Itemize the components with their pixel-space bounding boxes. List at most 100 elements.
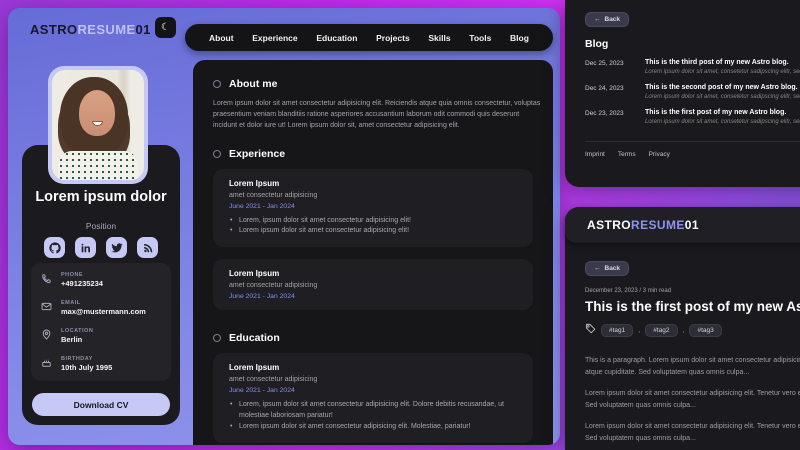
blog-post-row[interactable]: Dec 24, 2023 This is the second post of … [585,84,800,100]
moon-icon: ☾ [161,22,170,33]
download-cv-button[interactable]: Download CV [32,393,170,416]
post-excerpt: Lorem ipsum dolor sit amet, consetetur s… [645,94,800,100]
circle-marker-icon [213,334,221,343]
email-label: EMAIL [61,300,81,306]
contact-info-card: PHONE +491235234 EMAIL max@mustermann.co… [31,263,171,381]
experience-section-heading: Experience [213,148,533,160]
twitter-button[interactable] [106,237,127,258]
experience-bullets: Lorem, ipsum dolor sit amet consectetur … [229,216,517,238]
location-label: LOCATION [61,328,94,334]
nav-item-skills[interactable]: Skills [428,33,450,43]
logo-part-astro: ASTRO [587,218,631,232]
profile-name: Lorem ipsum dolor [35,189,167,205]
birthday-cake-icon [41,355,53,373]
tag-pill[interactable]: #tag2 [645,323,678,337]
footer-link-imprint[interactable]: Imprint [585,151,605,158]
profile-photo-frame [48,66,148,184]
github-icon [48,241,61,253]
experience-date: June 2021 - Jan 2024 [229,293,295,301]
rss-button[interactable] [137,237,158,258]
nav-item-experience[interactable]: Experience [252,33,297,43]
linkedin-button[interactable] [75,237,96,258]
about-section-heading: About me [213,78,533,90]
nav-item-projects[interactable]: Projects [376,33,410,43]
rss-icon [143,243,152,252]
logo-part-01: 01 [684,218,699,232]
contact-row-location: LOCATION Berlin [41,327,161,345]
tag-icon [585,321,596,339]
email-value[interactable]: max@mustermann.com [61,307,146,316]
tag-separator: , [638,326,641,334]
nav-item-tools[interactable]: Tools [469,33,491,43]
location-value: Berlin [61,335,83,344]
location-pin-icon [41,327,53,345]
post-paragraph: This is a paragraph. Lorem ipsum dolor s… [585,357,800,376]
blog-post-body: ← Back December 23, 2023 / 3 min read Th… [565,243,800,444]
profile-position: Position [85,221,117,231]
back-button[interactable]: ← Back [585,12,630,27]
blog-post-row[interactable]: Dec 25, 2023 This is the third post of m… [585,59,800,75]
blog-post-list: Dec 25, 2023 This is the third post of m… [585,59,800,125]
post-tags: #tag1 , #tag2 , #tag3 [585,321,800,339]
tag-pill[interactable]: #tag1 [601,323,634,337]
contact-row-email: EMAIL max@mustermann.com [41,299,161,317]
dark-mode-toggle[interactable]: ☾ [155,17,176,38]
nav-item-about[interactable]: About [209,33,234,43]
social-links [22,237,180,258]
education-title: Lorem Ipsum [229,363,280,373]
main-nav: About Experience Education Projects Skil… [185,24,553,51]
footer-divider [585,141,800,142]
experience-heading-label: Experience [229,147,286,160]
blog-post-header: ASTRORESUME01 [565,207,800,243]
profile-card: Lorem ipsum dolor Position PHONE +491235… [22,145,180,425]
birthday-value: 10th July 1995 [61,363,113,372]
back-arrow-icon: ← [594,265,601,272]
site-logo[interactable]: ASTRORESUME01 [587,218,699,232]
twitter-icon [110,242,123,252]
footer-link-privacy[interactable]: Privacy [649,151,670,158]
post-date: Dec 23, 2023 [585,110,624,117]
experience-title: Lorem Ipsum [229,178,280,188]
post-title: This is the first post of my new Astro b… [585,299,800,314]
contact-row-phone: PHONE +491235234 [41,271,161,289]
about-text: Lorem ipsum dolor sit amet consectetur a… [213,100,541,130]
post-title-link[interactable]: This is the third post of my new Astro b… [645,59,800,66]
post-title-link[interactable]: This is the second post of my new Astro … [645,84,800,91]
education-entry: Lorem Ipsum amet consectetur adipisicing… [213,353,533,443]
nav-item-blog[interactable]: Blog [510,33,529,43]
tag-pill[interactable]: #tag3 [689,323,722,337]
github-button[interactable] [44,237,65,258]
site-logo[interactable]: ASTRORESUME01 [30,22,151,37]
logo-part-resume: RESUME [631,218,685,232]
back-button[interactable]: ← Back [585,261,630,276]
education-subtitle: amet consectetur adipisicing [229,376,318,384]
linkedin-icon [81,243,90,252]
circle-marker-icon [213,149,221,158]
phone-label: PHONE [61,272,84,278]
education-heading-label: Education [229,332,280,345]
blog-list-screenshot: ← Back Blog Dec 25, 2023 This is the thi… [565,0,800,187]
footer-link-terms[interactable]: Terms [618,151,636,158]
resume-app-screenshot: ASTRORESUME01 ☾ About Experience Educati… [8,8,560,445]
post-excerpt: Lorem ipsum dolor sit amet, consetetur s… [645,69,800,75]
education-bullets: Lorem, ipsum dolor sit amet consectetur … [229,400,517,433]
experience-subtitle: amet consectetur adipisicing [229,282,318,290]
nav-item-education[interactable]: Education [316,33,357,43]
blog-post-row[interactable]: Dec 23, 2023 This is the first post of m… [585,109,800,125]
tag-separator: , [682,326,685,334]
post-paragraph: Lorem ipsum dolor sit amet consectetur a… [585,423,800,442]
email-icon [41,299,53,317]
blog-post-screenshot: ASTRORESUME01 ← Back December 23, 2023 /… [565,207,800,450]
experience-date: June 2021 - Jan 2024 [229,202,295,210]
experience-title: Lorem Ipsum [229,269,280,279]
about-heading-label: About me [229,78,278,90]
logo-part-01: 01 [135,22,151,37]
phone-value[interactable]: +491235234 [61,279,103,288]
profile-photo [52,70,144,180]
education-date: June 2021 - Jan 2024 [229,387,295,395]
education-bullet: Lorem, ipsum dolor sit amet consectetur … [229,400,517,422]
post-title-link[interactable]: This is the first post of my new Astro b… [645,109,800,116]
experience-subtitle: amet consectetur adipisicing [229,191,318,199]
composite-background: ASTRORESUME01 ☾ About Experience Educati… [0,0,800,450]
phone-icon [41,271,53,289]
